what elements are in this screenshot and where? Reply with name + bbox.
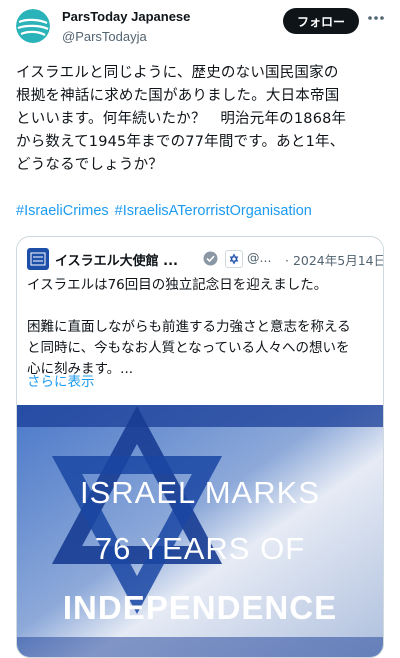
tweet-body: イスラエルと同じように、歴史のない国民国家の 根拠を神話に求めた国がありました。…: [16, 65, 347, 173]
embassy-emblem-icon: [30, 252, 46, 266]
image-caption-line: 76 YEARS OF: [94, 531, 306, 566]
quoted-date[interactable]: · 2024年5月14日: [285, 250, 383, 269]
verified-badge-icon: [203, 251, 218, 266]
follow-button[interactable]: フォロー: [283, 8, 359, 34]
quoted-body: イスラエルは76回目の独立記念日を迎えました。 困難に直面しながらも前進する力強…: [27, 277, 351, 377]
image-caption-line: INDEPENDENCE: [62, 589, 338, 626]
globe-logo-icon: [16, 9, 50, 43]
show-more-link[interactable]: さらに表示: [27, 370, 95, 390]
hashtag-row: #IsraeliCrimes #IsraelisATerorristOrganis…: [16, 203, 318, 219]
image-caption-line: ISRAEL MARKS: [80, 475, 320, 510]
quoted-account-name[interactable]: イスラエル大使館 ...: [55, 250, 178, 269]
account-handle[interactable]: @ParsTodayja: [62, 29, 147, 44]
israel-flag-icon: [225, 250, 243, 268]
quoted-tweet[interactable]: イスラエル大使館 ... @... · 2024年5月14日 イスラエルは76回…: [16, 236, 384, 658]
quoted-handle[interactable]: @...: [247, 250, 271, 265]
quoted-tweet-header: イスラエル大使館 ... @... · 2024年5月14日: [27, 248, 383, 270]
hashtag-link[interactable]: #IsraelisATerorristOrganisation: [115, 203, 312, 219]
account-avatar[interactable]: [16, 9, 50, 43]
quoted-media-image[interactable]: ISRAEL MARKS 76 YEARS OF INDEPENDENCE: [17, 405, 383, 657]
more-options-icon[interactable]: [366, 8, 386, 28]
quoted-avatar[interactable]: [27, 248, 49, 270]
hashtag-link[interactable]: #IsraeliCrimes: [16, 203, 109, 219]
tweet-header: ParsToday Japanese @ParsTodayja フォロー: [0, 0, 400, 56]
account-name[interactable]: ParsToday Japanese: [62, 9, 190, 24]
